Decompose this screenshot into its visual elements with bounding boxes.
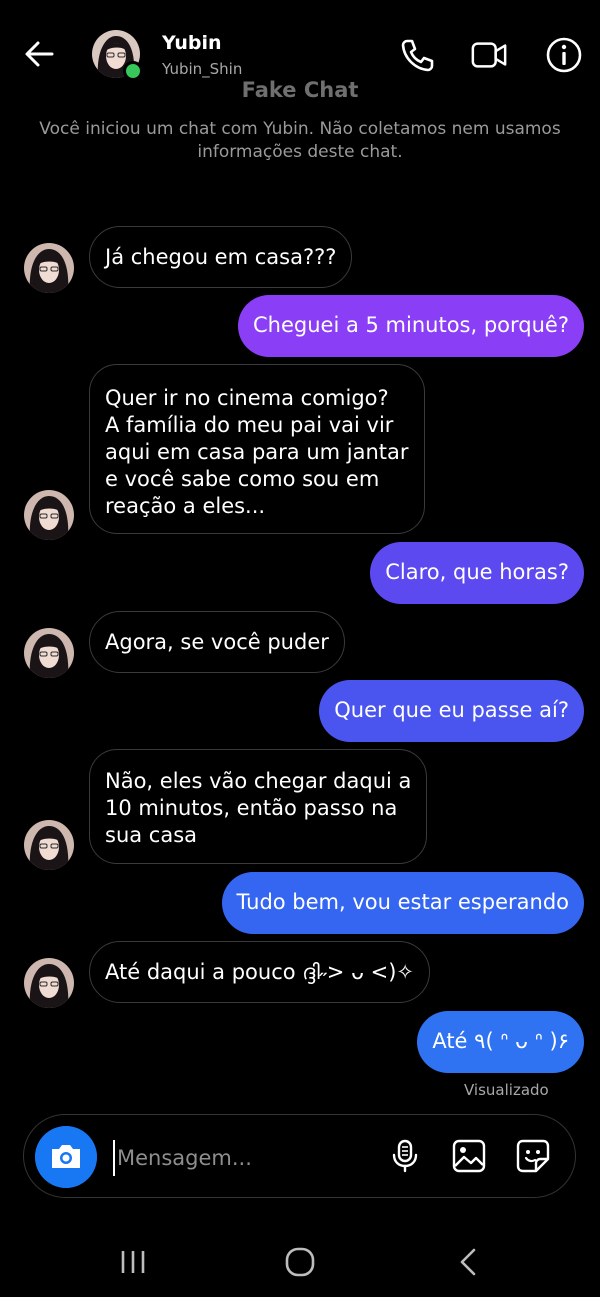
back-arrow-icon[interactable] bbox=[20, 36, 58, 72]
phone-icon[interactable] bbox=[398, 36, 436, 74]
message-text: Não, eles vão chegar daqui a bbox=[105, 769, 412, 793]
message-text: Cheguei a 5 minutos, porquê? bbox=[253, 313, 569, 337]
message-input[interactable] bbox=[113, 1140, 369, 1176]
sticker-icon[interactable] bbox=[515, 1138, 551, 1174]
message-text: Já chegou em casa??? bbox=[105, 245, 337, 269]
message-text: 10 minutos, então passo na bbox=[105, 796, 398, 820]
nav-back-icon[interactable] bbox=[452, 1245, 486, 1279]
image-icon[interactable] bbox=[451, 1138, 487, 1174]
outgoing-message[interactable]: Claro, que horas? bbox=[370, 542, 584, 604]
chat-banner-title: Fake Chat bbox=[241, 78, 359, 102]
message-text: reação a eles... bbox=[105, 494, 266, 518]
sender-avatar[interactable] bbox=[24, 628, 74, 678]
message-text: Até daqui a pouco ദ്ദി˶> ᴗ <)✧ bbox=[105, 960, 414, 984]
system-navigation-bar bbox=[0, 1225, 600, 1297]
message-text: Tudo bem, vou estar esperando bbox=[236, 890, 570, 914]
incoming-message[interactable]: Quer ir no cinema comigo? A família do m… bbox=[89, 364, 425, 534]
message-text: A família do meu pai vai vir bbox=[105, 413, 394, 437]
incoming-message[interactable]: Agora, se você puder bbox=[89, 611, 345, 673]
incoming-message[interactable]: Já chegou em casa??? bbox=[89, 226, 353, 288]
outgoing-message[interactable]: Tudo bem, vou estar esperando bbox=[221, 872, 584, 934]
microphone-icon[interactable] bbox=[387, 1138, 423, 1174]
incoming-message[interactable]: Até daqui a pouco ദ്ദി˶> ᴗ <)✧ bbox=[89, 941, 430, 1003]
seen-status: Visualizado bbox=[464, 1081, 549, 1099]
message-text: Agora, se você puder bbox=[105, 630, 329, 654]
message-text: Quer ir no cinema comigo? bbox=[105, 386, 389, 410]
sender-avatar[interactable] bbox=[24, 490, 74, 540]
video-camera-icon[interactable] bbox=[470, 36, 508, 74]
contact-name[interactable]: Yubin bbox=[162, 32, 222, 54]
sender-avatar[interactable] bbox=[24, 820, 74, 870]
recents-icon[interactable] bbox=[116, 1245, 150, 1279]
contact-handle: Yubin_Shin bbox=[162, 60, 243, 78]
incoming-message[interactable]: Não, eles vão chegar daqui a 10 minutos,… bbox=[89, 749, 428, 864]
message-text: Até ٩( ᐢ ᴗ ᐢ )۶ bbox=[432, 1029, 569, 1053]
sender-avatar[interactable] bbox=[24, 243, 74, 293]
sender-avatar[interactable] bbox=[24, 958, 74, 1008]
message-text: Quer que eu passe aí? bbox=[334, 698, 569, 722]
message-text: aqui em casa para um jantar bbox=[105, 440, 409, 464]
message-text: Claro, que horas? bbox=[385, 560, 569, 584]
home-icon[interactable] bbox=[283, 1245, 317, 1279]
outgoing-message[interactable]: Cheguei a 5 minutos, porquê? bbox=[238, 295, 584, 357]
camera-icon[interactable] bbox=[35, 1126, 97, 1188]
chat-notice: Você iniciou um chat com Yubin. Não cole… bbox=[39, 119, 561, 162]
outgoing-message[interactable]: Quer que eu passe aí? bbox=[319, 680, 584, 742]
message-text: sua casa bbox=[105, 823, 198, 847]
info-icon[interactable] bbox=[545, 36, 583, 74]
message-text: e você sabe como sou em bbox=[105, 467, 380, 491]
outgoing-message[interactable]: Até ٩( ᐢ ᴗ ᐢ )۶ bbox=[417, 1011, 584, 1073]
